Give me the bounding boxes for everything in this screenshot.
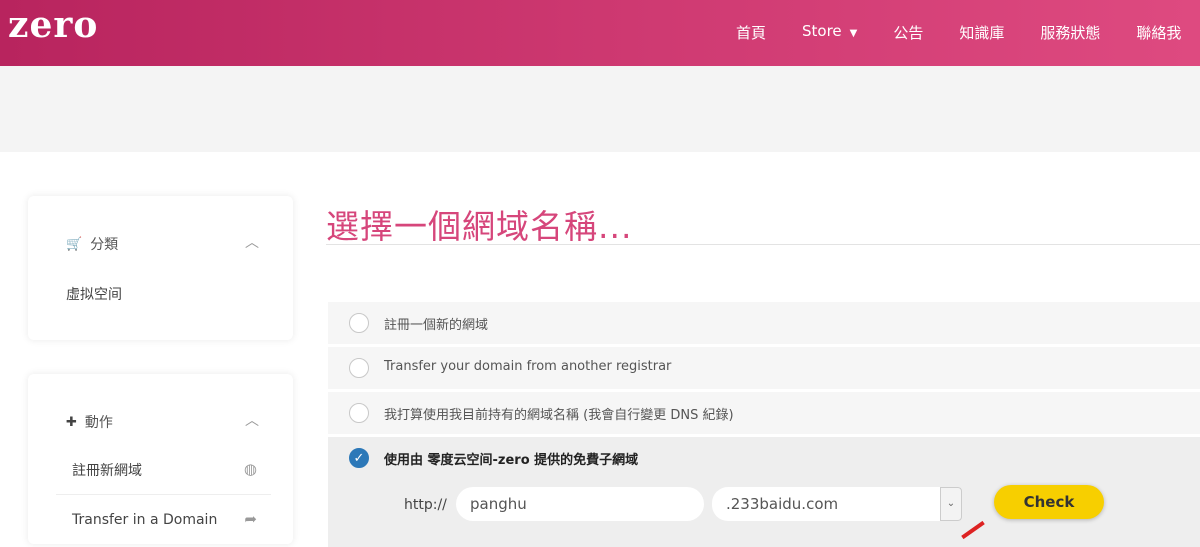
actions-header-label: 動作 bbox=[84, 415, 113, 431]
chevron-up-icon[interactable]: ︿ bbox=[245, 410, 259, 430]
divider bbox=[56, 494, 271, 495]
option-label: 註冊一個新的網域 bbox=[384, 318, 489, 333]
action-transfer-domain[interactable]: Transfer in a Domain bbox=[72, 512, 217, 528]
actions-header[interactable]: ✚ 動作 bbox=[66, 412, 113, 432]
nav-store-label: Store bbox=[802, 22, 842, 40]
subdomain-input[interactable]: panghu bbox=[456, 487, 704, 521]
domain-option-owndomain[interactable]: 我打算使用我目前持有的網域名稱 (我會自行變更 DNS 紀錄) bbox=[328, 392, 1200, 434]
cart-icon: 🛒 bbox=[66, 236, 83, 252]
nav-announcements[interactable]: 公告 bbox=[893, 22, 923, 43]
nav-home[interactable]: 首頁 bbox=[736, 22, 766, 43]
action-register-domain[interactable]: 註冊新網域 bbox=[72, 460, 142, 480]
top-navbar: zero 首頁 Store ▼ 公告 知識庫 服務狀態 聯絡我 bbox=[0, 0, 1200, 66]
caret-down-icon: ▼ bbox=[849, 28, 858, 39]
domain-option-subdomain[interactable]: ✓ 使用由 零度云空间-zero 提供的免費子網域 http:// panghu… bbox=[328, 437, 1200, 547]
option-label: 使用由 零度云空间-zero 提供的免費子網域 bbox=[384, 453, 639, 468]
share-arrow-icon: ➦ bbox=[244, 510, 257, 528]
option-label: 我打算使用我目前持有的網域名稱 (我會自行變更 DNS 紀錄) bbox=[384, 408, 734, 423]
page-header-band bbox=[0, 66, 1200, 152]
radio-button[interactable] bbox=[349, 313, 369, 333]
radio-button[interactable] bbox=[349, 358, 369, 378]
option-label: Transfer your domain from another regist… bbox=[384, 359, 672, 374]
nav-server-status[interactable]: 服務狀態 bbox=[1040, 22, 1100, 43]
categories-panel: 🛒 分類 ︿ 虛拟空间 bbox=[28, 196, 293, 340]
domain-select[interactable]: .233baidu.com bbox=[712, 487, 960, 521]
nav-knowledgebase[interactable]: 知識庫 bbox=[959, 22, 1004, 43]
check-button[interactable]: Check bbox=[994, 485, 1104, 519]
domain-option-register[interactable]: 註冊一個新的網域 bbox=[328, 302, 1200, 344]
domain-option-transfer[interactable]: Transfer your domain from another regist… bbox=[328, 347, 1200, 389]
title-divider bbox=[326, 244, 1200, 245]
globe-icon: ◍ bbox=[243, 460, 257, 478]
category-item[interactable]: 虛拟空间 bbox=[66, 284, 122, 304]
categories-header[interactable]: 🛒 分類 bbox=[66, 234, 118, 254]
actions-panel: ✚ 動作 ︿ 註冊新網域 ◍ Transfer in a Domain ➦ bbox=[28, 374, 293, 544]
page-title: 選擇一個網域名稱... bbox=[326, 207, 633, 246]
http-prefix: http:// bbox=[404, 497, 447, 513]
radio-checked-icon[interactable]: ✓ bbox=[349, 448, 369, 468]
radio-button[interactable] bbox=[349, 403, 369, 423]
main-nav: 首頁 Store ▼ 公告 知識庫 服務狀態 聯絡我 bbox=[736, 22, 1181, 43]
categories-header-label: 分類 bbox=[90, 237, 119, 253]
nav-store[interactable]: Store ▼ bbox=[802, 22, 857, 43]
brand-logo[interactable]: zero bbox=[8, 4, 98, 46]
plus-icon: ✚ bbox=[66, 414, 77, 430]
nav-contact[interactable]: 聯絡我 bbox=[1136, 22, 1181, 43]
chevron-down-icon[interactable]: ⌄ bbox=[940, 487, 962, 521]
chevron-up-icon[interactable]: ︿ bbox=[245, 232, 259, 252]
